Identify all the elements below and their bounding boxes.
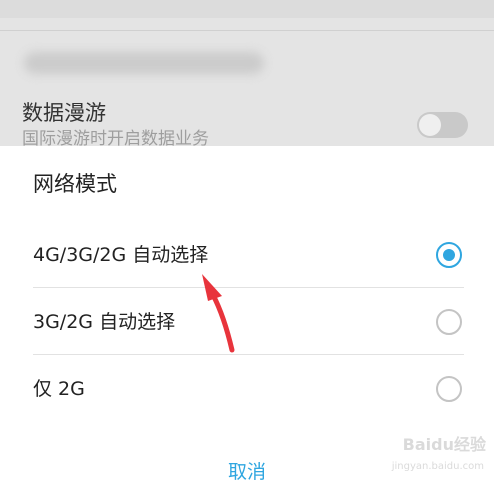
radio-unselected-icon[interactable] [436, 309, 462, 335]
option-2g-only[interactable]: 仅 2G [0, 356, 494, 422]
option-4g-3g-2g-auto[interactable]: 4G/3G/2G 自动选择 [0, 222, 494, 288]
watermark-url: jingyan.baidu.com [391, 461, 484, 472]
data-roaming-title: 数据漫游 [22, 101, 106, 125]
watermark-logo-text: Baidu经验 [402, 435, 486, 454]
background-settings-page: 数据漫游 国际漫游时开启数据业务 [0, 0, 494, 146]
toggle-knob [419, 114, 441, 136]
radio-unselected-icon[interactable] [436, 376, 462, 402]
option-3g-2g-auto[interactable]: 3G/2G 自动选择 [0, 289, 494, 355]
option-label: 4G/3G/2G 自动选择 [33, 244, 209, 266]
option-label: 仅 2G [33, 378, 85, 400]
data-roaming-toggle[interactable] [417, 112, 468, 138]
option-label: 3G/2G 自动选择 [33, 311, 176, 333]
option-divider [33, 287, 464, 288]
option-divider [33, 354, 464, 355]
baidu-jingyan-watermark: Baidu经验 jingyan.baidu.com [370, 433, 490, 483]
background-top-bar [0, 0, 494, 18]
data-roaming-subtitle: 国际漫游时开启数据业务 [22, 129, 209, 146]
dialog-title: 网络模式 [33, 172, 117, 196]
cancel-button[interactable]: 取消 [197, 456, 297, 488]
blurred-setting-row [24, 52, 264, 74]
radio-selected-icon[interactable] [436, 242, 462, 268]
background-divider [0, 30, 494, 31]
